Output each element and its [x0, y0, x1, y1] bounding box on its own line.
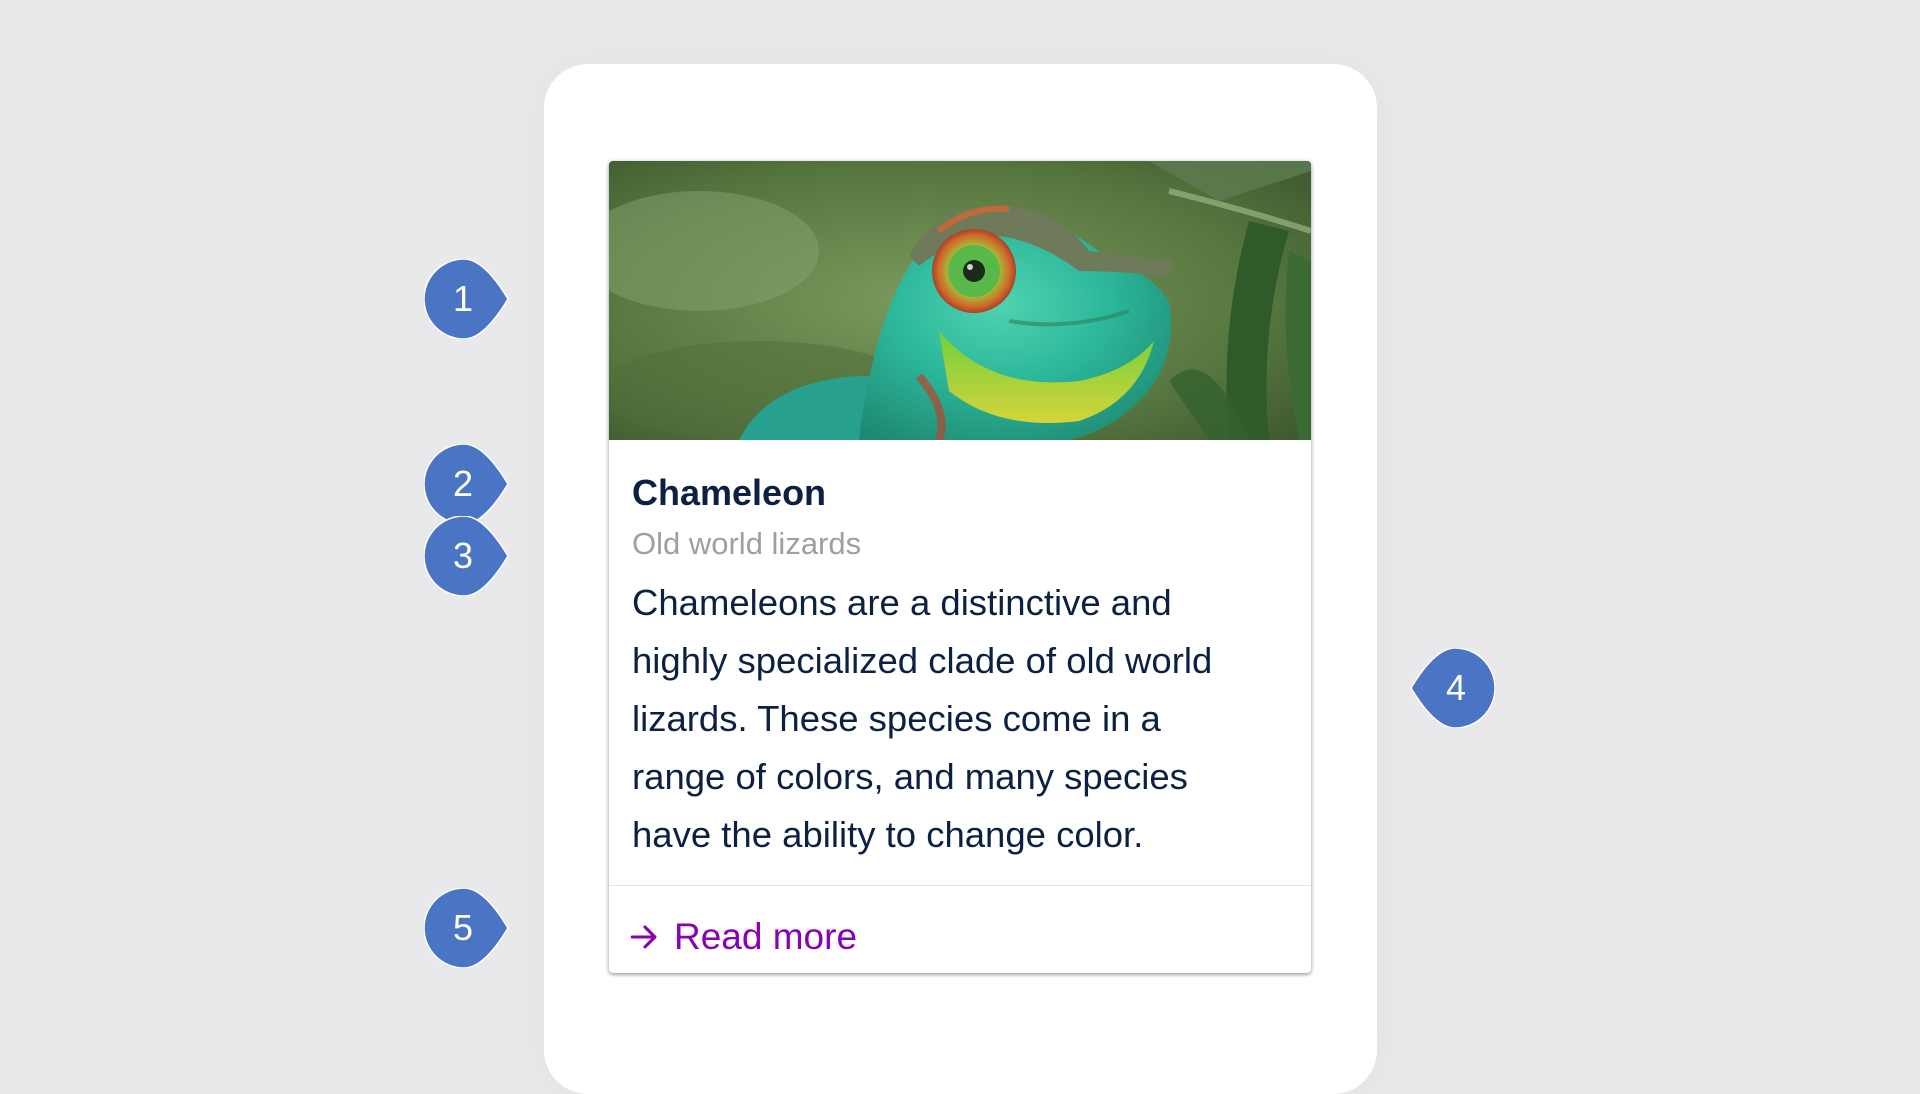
read-more-label: Read more: [674, 916, 858, 957]
body-line: Chameleons are a distinctive and: [632, 582, 1172, 623]
body-line: range of colors, and many species: [632, 756, 1188, 797]
body-line: lizards. These species come in a: [632, 698, 1161, 739]
callout-badge-1: 1: [424, 259, 510, 339]
callout-number: 3: [452, 535, 474, 576]
callout-badge-3: 3: [424, 516, 510, 596]
body-line: have the ability to change color.: [632, 814, 1144, 855]
callout-number: 5: [452, 907, 474, 948]
callout-number: 4: [1445, 667, 1467, 708]
callout-badge-5: 5: [424, 888, 510, 968]
callout-number: 1: [452, 278, 474, 319]
read-more-button[interactable]: Read more: [628, 911, 857, 963]
card-divider: [609, 885, 1311, 886]
callout-number: 2: [452, 463, 474, 504]
arrow-right-icon: [630, 925, 657, 949]
card-image: [609, 161, 1311, 440]
body-line: highly specialized clade of old world: [632, 640, 1213, 681]
callout-badge-2: 2: [424, 444, 510, 524]
card-title: Chameleon: [632, 472, 827, 513]
card: Chameleon Old world lizards Chameleons a…: [609, 161, 1311, 973]
card-subtitle: Old world lizards: [632, 526, 862, 561]
card-body-text: Chameleons are a distinctive and highly …: [632, 574, 1272, 864]
chameleon-image: [609, 161, 1311, 440]
callout-badge-4: 4: [1409, 648, 1495, 728]
